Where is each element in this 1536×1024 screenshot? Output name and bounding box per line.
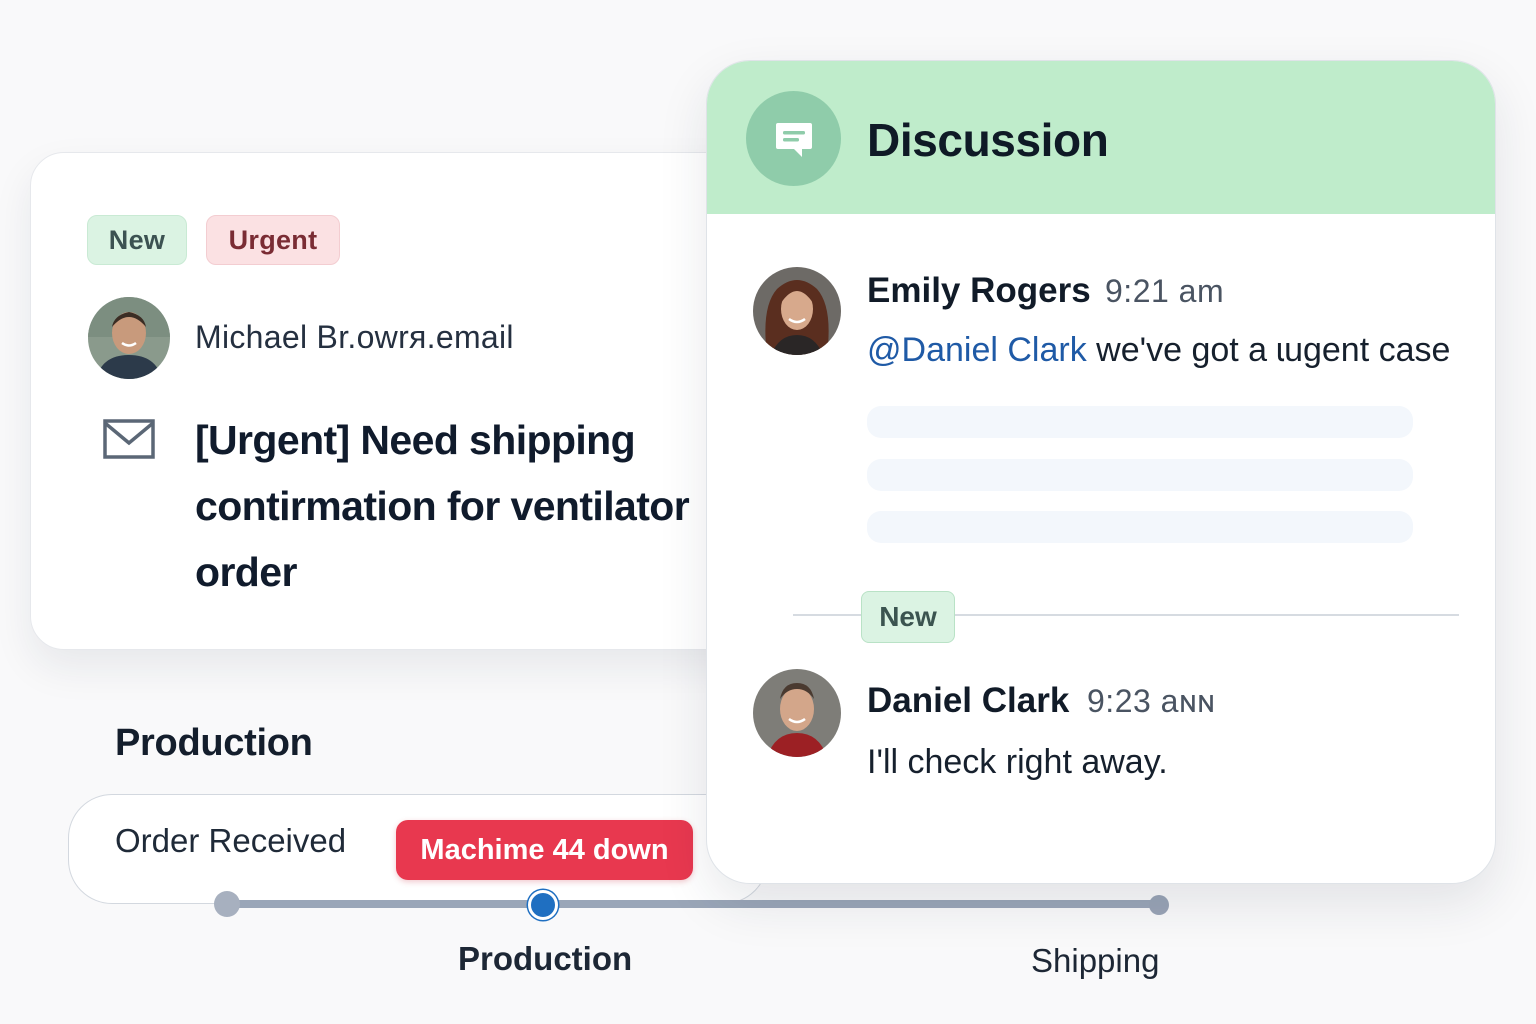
discussion-title: Discussion xyxy=(867,114,1109,166)
avatar-daniel-clark[interactable] xyxy=(753,669,841,757)
app-canvas: New Urgent Michael Br.owrя.email [Urgent… xyxy=(0,0,1536,1024)
discussion-header: Discussion xyxy=(707,61,1495,214)
email-subject[interactable]: [Urgent] Need shipping contirmation for … xyxy=(195,407,695,605)
tag-new[interactable]: New xyxy=(87,215,187,265)
production-section-title: Production xyxy=(115,722,313,764)
message-author[interactable]: Emily Rogers xyxy=(867,271,1091,311)
sender-email: Michael Br.owrя.email xyxy=(195,319,514,355)
message-timestamp: 9:23 aɴɴ xyxy=(1087,683,1216,719)
email-card[interactable]: New Urgent Michael Br.owrя.email [Urgent… xyxy=(30,152,790,650)
stage-label-production: Production xyxy=(458,940,633,977)
skeleton-line xyxy=(867,511,1413,543)
discussion-panel: Discussion Emily Rogers 9:21 am @Daniel … xyxy=(706,60,1496,884)
tag-urgent[interactable]: Urgent xyxy=(206,215,340,265)
avatar-emily-rogers[interactable] xyxy=(753,267,841,355)
stage-dot-production[interactable] xyxy=(528,890,558,920)
message-timestamp: 9:21 am xyxy=(1105,273,1225,309)
message-text: I'll check right away. xyxy=(867,743,1168,781)
message-body: we've got a ɩugent case xyxy=(1086,331,1451,369)
sender-avatar[interactable] xyxy=(88,297,170,379)
mention-link[interactable]: @Daniel Clark xyxy=(867,331,1087,369)
message-author[interactable]: Daniel Clark xyxy=(867,681,1069,721)
skeleton-line xyxy=(867,406,1413,438)
order-received-label: Order Received xyxy=(115,822,347,859)
mail-icon xyxy=(103,419,155,459)
chat-bubble-icon xyxy=(746,91,841,186)
stage-dot-shipping[interactable] xyxy=(1149,895,1169,915)
skeleton-line xyxy=(867,459,1413,491)
message-text: @Daniel Clark we've got a ɩugent case xyxy=(867,331,1450,370)
stage-label-shipping: Shipping xyxy=(1031,942,1160,979)
machine-down-alert[interactable]: Machime 44 down xyxy=(396,820,693,880)
stage-dot-order-received[interactable] xyxy=(214,891,240,917)
progress-track xyxy=(228,900,1160,908)
new-messages-badge: New xyxy=(861,591,955,643)
